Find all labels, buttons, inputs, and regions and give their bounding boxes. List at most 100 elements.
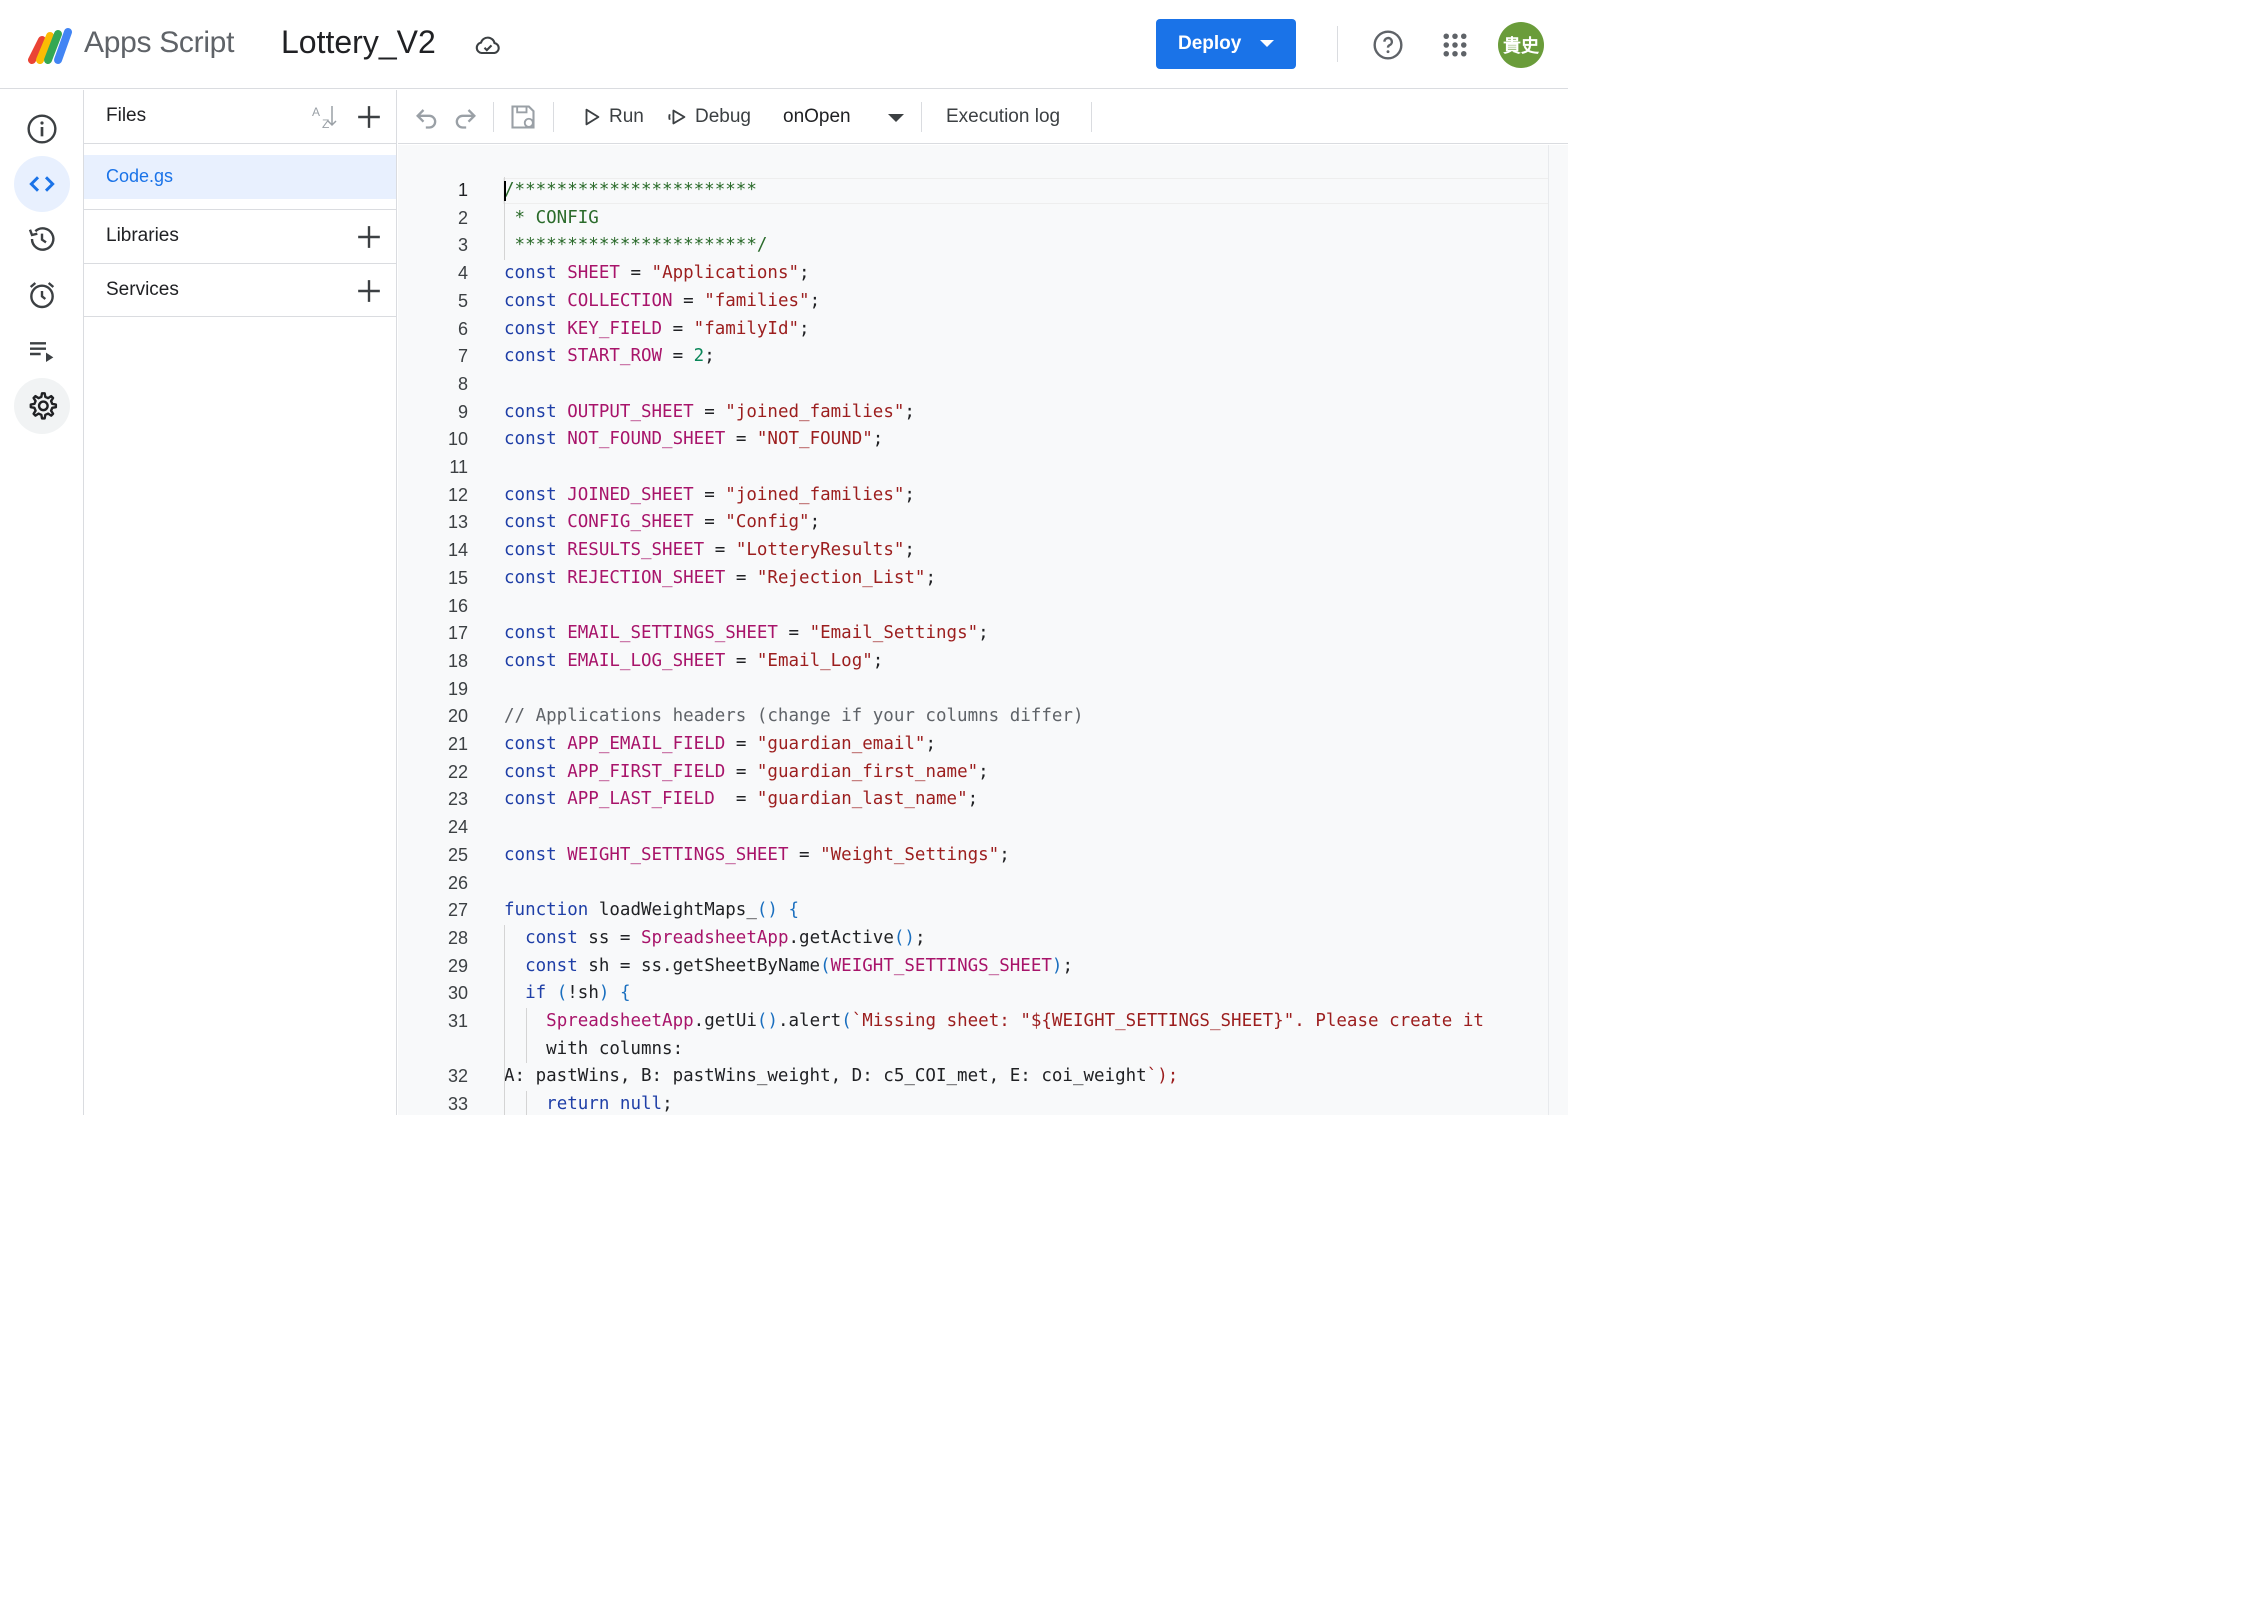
code-line[interactable]: 2 * CONFIG	[398, 205, 1548, 233]
code-text: const CONFIG_SHEET = "Config";	[504, 512, 821, 533]
help-icon[interactable]	[1372, 29, 1404, 61]
libraries-section[interactable]: Libraries	[84, 209, 396, 263]
line-number: 3	[457, 235, 468, 256]
run-label: Run	[609, 106, 644, 127]
code-line[interactable]: 13 const CONFIG_SHEET = "Config";	[398, 509, 1548, 537]
line-number: 28	[447, 927, 468, 948]
code-line[interactable]: 6 const KEY_FIELD = "familyId";	[398, 316, 1548, 344]
execution-log-button[interactable]: Execution log	[946, 103, 1060, 131]
code-text: const EMAIL_LOG_SHEET = "Email_Log";	[504, 650, 884, 671]
account-avatar[interactable]: 貴史	[1498, 22, 1544, 68]
editor-toolbar: Run Debug onOpen Execution log	[398, 90, 1568, 144]
code-line[interactable]: 5 const COLLECTION = "families";	[398, 288, 1548, 316]
line-number: 12	[447, 484, 468, 505]
run-button[interactable]: Run	[581, 103, 644, 131]
history-icon	[28, 227, 55, 251]
line-number: 7	[457, 346, 468, 367]
code-line[interactable]: 18 const EMAIL_LOG_SHEET = "Email_Log";	[398, 648, 1548, 676]
code-line[interactable]: 27 function loadWeightMaps_() {	[398, 897, 1548, 925]
file-label: Code.gs	[106, 166, 174, 186]
code-line[interactable]: 23 const APP_LAST_FIELD = "guardian_last_…	[398, 786, 1548, 814]
add-file-icon[interactable]	[356, 104, 382, 130]
code-text: const KEY_FIELD = "familyId";	[504, 318, 810, 339]
deploy-button[interactable]: Deploy	[1156, 19, 1296, 69]
project-title[interactable]: Lottery_V2	[281, 24, 436, 61]
line-number: 25	[447, 844, 468, 865]
code-line[interactable]: 33 return null;	[398, 1091, 1548, 1115]
services-section[interactable]: Services	[84, 263, 396, 317]
add-service-icon[interactable]	[356, 278, 382, 304]
executions-nav[interactable]	[14, 322, 70, 378]
line-number: 17	[447, 623, 468, 644]
code-line[interactable]: 7 const START_ROW = 2;	[398, 343, 1548, 371]
code-line[interactable]: 32 A: pastWins, B: pastWins_weight, D: c5…	[398, 1063, 1548, 1091]
apps-script-logo[interactable]	[28, 26, 76, 66]
code-line[interactable]: 9 const OUTPUT_SHEET = "joined_families";	[398, 399, 1548, 427]
line-number: 30	[447, 983, 468, 1004]
code-line[interactable]: 15 const REJECTION_SHEET = "Rejection_Lis…	[398, 565, 1548, 593]
code-line[interactable]: 22 const APP_FIRST_FIELD = "guardian_firs…	[398, 759, 1548, 787]
code-line[interactable]: 20 // Applications headers (change if you…	[398, 703, 1548, 731]
line-number: 8	[457, 373, 468, 394]
code-line[interactable]: 21 const APP_EMAIL_FIELD = "guardian_emai…	[398, 731, 1548, 759]
code-line[interactable]: 30 if (!sh) {	[398, 980, 1548, 1008]
code-line[interactable]: 1 /***********************	[398, 177, 1548, 205]
code-line[interactable]: with columns:	[398, 1036, 1548, 1064]
files-panel: Files A Z Code.gs Libraries Services	[84, 90, 397, 1115]
code-text: /***********************	[504, 180, 757, 200]
header-divider	[1337, 26, 1338, 62]
add-library-icon[interactable]	[356, 224, 382, 250]
project-settings-nav[interactable]	[14, 378, 70, 434]
play-icon	[585, 108, 600, 126]
editor-scrollbar[interactable]	[1548, 145, 1568, 1115]
code-text: * CONFIG	[504, 207, 599, 228]
code-line[interactable]: 17 const EMAIL_SETTINGS_SHEET = "Email_Se…	[398, 620, 1548, 648]
code-line[interactable]: 16	[398, 593, 1548, 621]
code-line[interactable]: 26	[398, 870, 1548, 898]
project-history-nav[interactable]	[14, 211, 70, 267]
code-line[interactable]: 31 SpreadsheetApp.getUi().alert(`Missing…	[398, 1008, 1548, 1036]
function-select[interactable]: onOpen	[783, 106, 851, 128]
save-icon[interactable]	[509, 103, 537, 131]
code-line[interactable]: 19	[398, 676, 1548, 704]
line-number: 23	[447, 789, 468, 810]
overview-nav[interactable]	[14, 101, 70, 157]
code-line[interactable]: 14 const RESULTS_SHEET = "LotteryResults"…	[398, 537, 1548, 565]
triggers-nav[interactable]	[14, 267, 70, 323]
code-line[interactable]: 3 ***********************/	[398, 232, 1548, 260]
indent-guide	[526, 1091, 527, 1115]
line-number: 6	[457, 318, 468, 339]
code-line[interactable]: 8	[398, 371, 1548, 399]
file-item-code-gs[interactable]: Code.gs	[84, 155, 396, 199]
code-line[interactable]: 11	[398, 454, 1548, 482]
code-line[interactable]: 12 const JOINED_SHEET = "joined_families"…	[398, 482, 1548, 510]
toolbar-divider	[1091, 102, 1092, 132]
code-line[interactable]: 28 const ss = SpreadsheetApp.getActive()…	[398, 925, 1548, 953]
line-number: 20	[447, 706, 468, 727]
editor-nav[interactable]	[14, 156, 70, 212]
code-text: const APP_FIRST_FIELD = "guardian_first_…	[504, 761, 989, 782]
left-nav-rail	[0, 90, 84, 1115]
deploy-dropdown-icon[interactable]	[1260, 40, 1274, 47]
code-text: SpreadsheetApp.getUi().alert(`Missing sh…	[546, 1011, 1484, 1031]
code-text: const sh = ss.getSheetByName(WEIGHT_SETT…	[525, 955, 1073, 976]
redo-icon[interactable]	[451, 103, 479, 131]
sort-az-icon[interactable]: A Z	[310, 103, 340, 131]
code-text: function loadWeightMaps_() {	[504, 900, 800, 921]
line-number: 10	[447, 429, 468, 450]
google-apps-icon[interactable]	[1440, 30, 1470, 60]
code-line[interactable]: 4 const SHEET = "Applications";	[398, 260, 1548, 288]
debug-button[interactable]: Debug	[667, 103, 751, 131]
code-line[interactable]: 25 const WEIGHT_SETTINGS_SHEET = "Weight_…	[398, 842, 1548, 870]
code-line[interactable]: 24	[398, 814, 1548, 842]
files-header: Files A Z	[84, 90, 396, 144]
code-text: if (!sh) {	[525, 983, 631, 1004]
code-icon	[29, 176, 55, 192]
function-dropdown-icon[interactable]	[888, 114, 904, 122]
app-name: Apps Script	[84, 26, 235, 59]
code-line[interactable]: 29 const sh = ss.getSheetByName(WEIGHT_S…	[398, 953, 1548, 981]
undo-icon[interactable]	[413, 103, 441, 131]
code-editor[interactable]: 1/*********************** 2 * CONFIG 3 ***…	[398, 145, 1548, 1115]
code-line[interactable]: 10 const NOT_FOUND_SHEET = "NOT_FOUND";	[398, 426, 1548, 454]
code-text: const OUTPUT_SHEET = "joined_families";	[504, 401, 915, 422]
